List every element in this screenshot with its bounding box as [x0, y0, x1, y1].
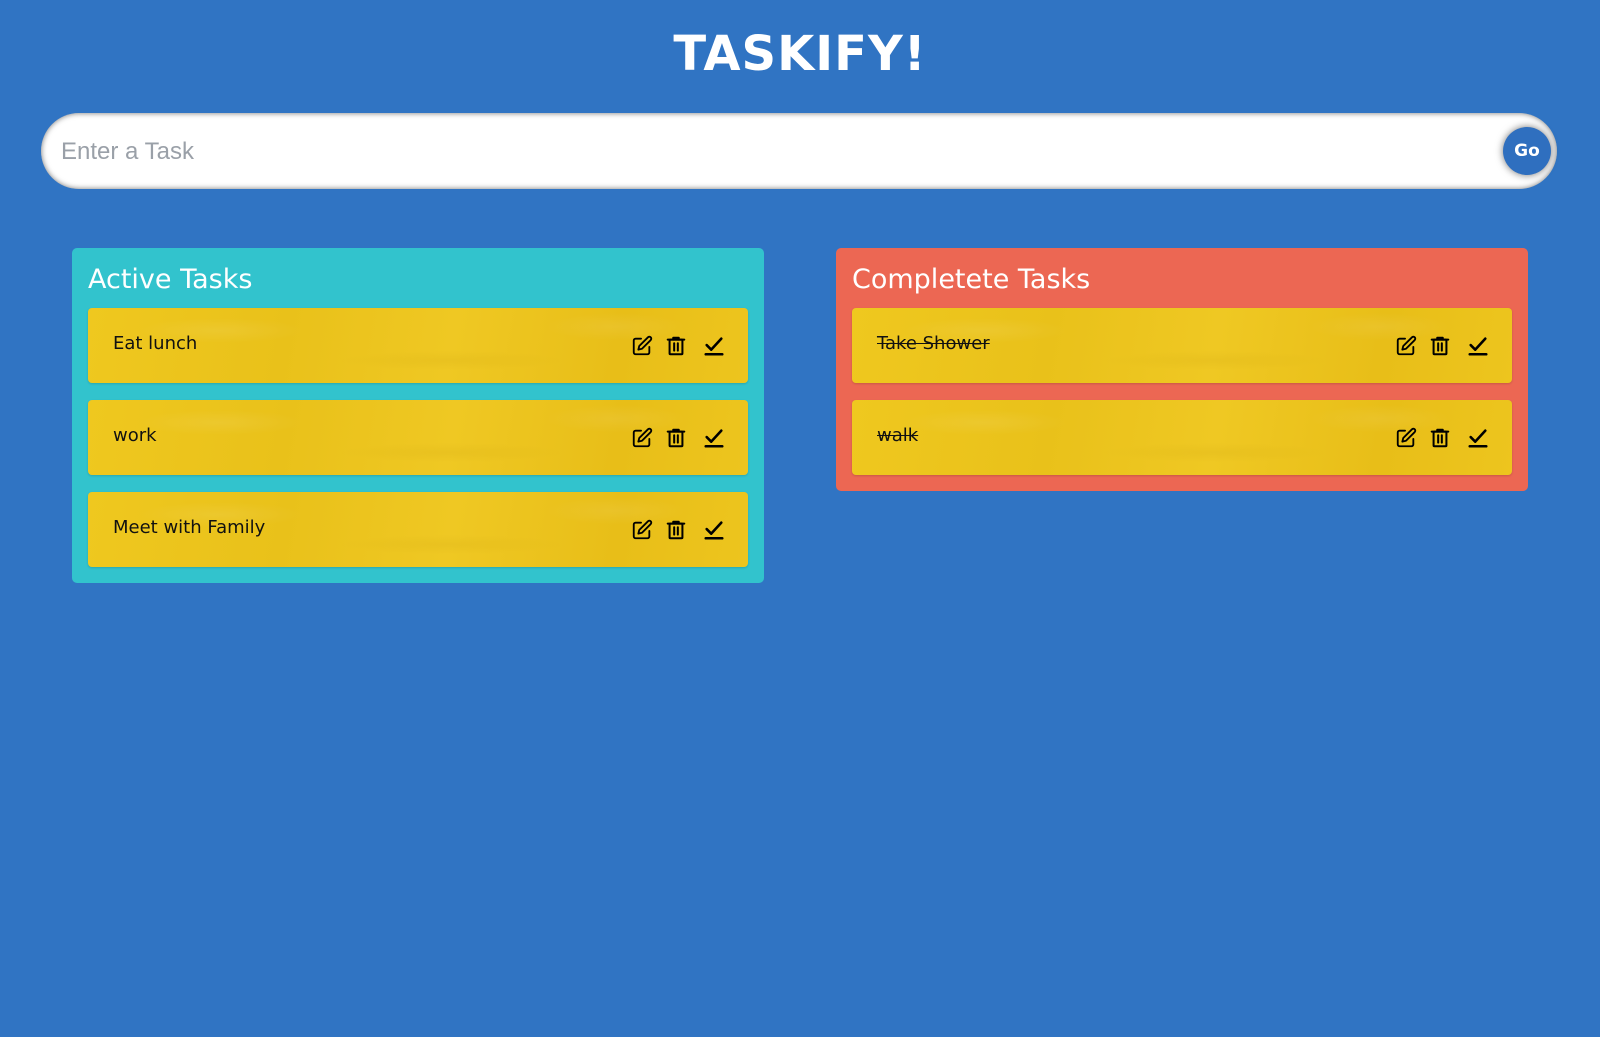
delete-icon[interactable] [664, 518, 688, 542]
task-form: Go [41, 113, 1557, 189]
task-actions [1384, 334, 1490, 358]
task-text: Meet with Family [113, 517, 266, 538]
active-tasks-panel: Active Tasks Eat lunch work Meet with Fa… [72, 248, 764, 583]
completed-tasks-heading: Completete Tasks [852, 264, 1091, 295]
go-button[interactable]: Go [1503, 127, 1551, 175]
delete-icon[interactable] [1428, 426, 1452, 450]
delete-icon[interactable] [664, 334, 688, 358]
task-input[interactable] [59, 125, 1443, 179]
check-icon[interactable] [702, 334, 726, 358]
check-icon[interactable] [1466, 334, 1490, 358]
app-title: TASKIFY! [673, 26, 927, 82]
active-tasks-heading: Active Tasks [88, 264, 253, 295]
completed-tasks-panel: Completete Tasks Take Shower walk [836, 248, 1528, 491]
task-card[interactable]: Take Shower [852, 308, 1512, 383]
check-icon[interactable] [702, 426, 726, 450]
task-text: work [113, 425, 157, 446]
edit-icon[interactable] [630, 334, 654, 358]
task-card[interactable]: Meet with Family [88, 492, 748, 567]
task-text: Take Shower [877, 333, 990, 354]
task-text: Eat lunch [113, 333, 198, 354]
task-actions [620, 518, 726, 542]
delete-icon[interactable] [664, 426, 688, 450]
task-actions [1384, 426, 1490, 450]
edit-icon[interactable] [630, 426, 654, 450]
task-actions [620, 426, 726, 450]
task-card[interactable]: work [88, 400, 748, 475]
check-icon[interactable] [1466, 426, 1490, 450]
task-card[interactable]: walk [852, 400, 1512, 475]
task-card[interactable]: Eat lunch [88, 308, 748, 383]
edit-icon[interactable] [1394, 426, 1418, 450]
edit-icon[interactable] [1394, 334, 1418, 358]
check-icon[interactable] [702, 518, 726, 542]
edit-icon[interactable] [630, 518, 654, 542]
task-text: walk [877, 425, 919, 446]
delete-icon[interactable] [1428, 334, 1452, 358]
task-actions [620, 334, 726, 358]
